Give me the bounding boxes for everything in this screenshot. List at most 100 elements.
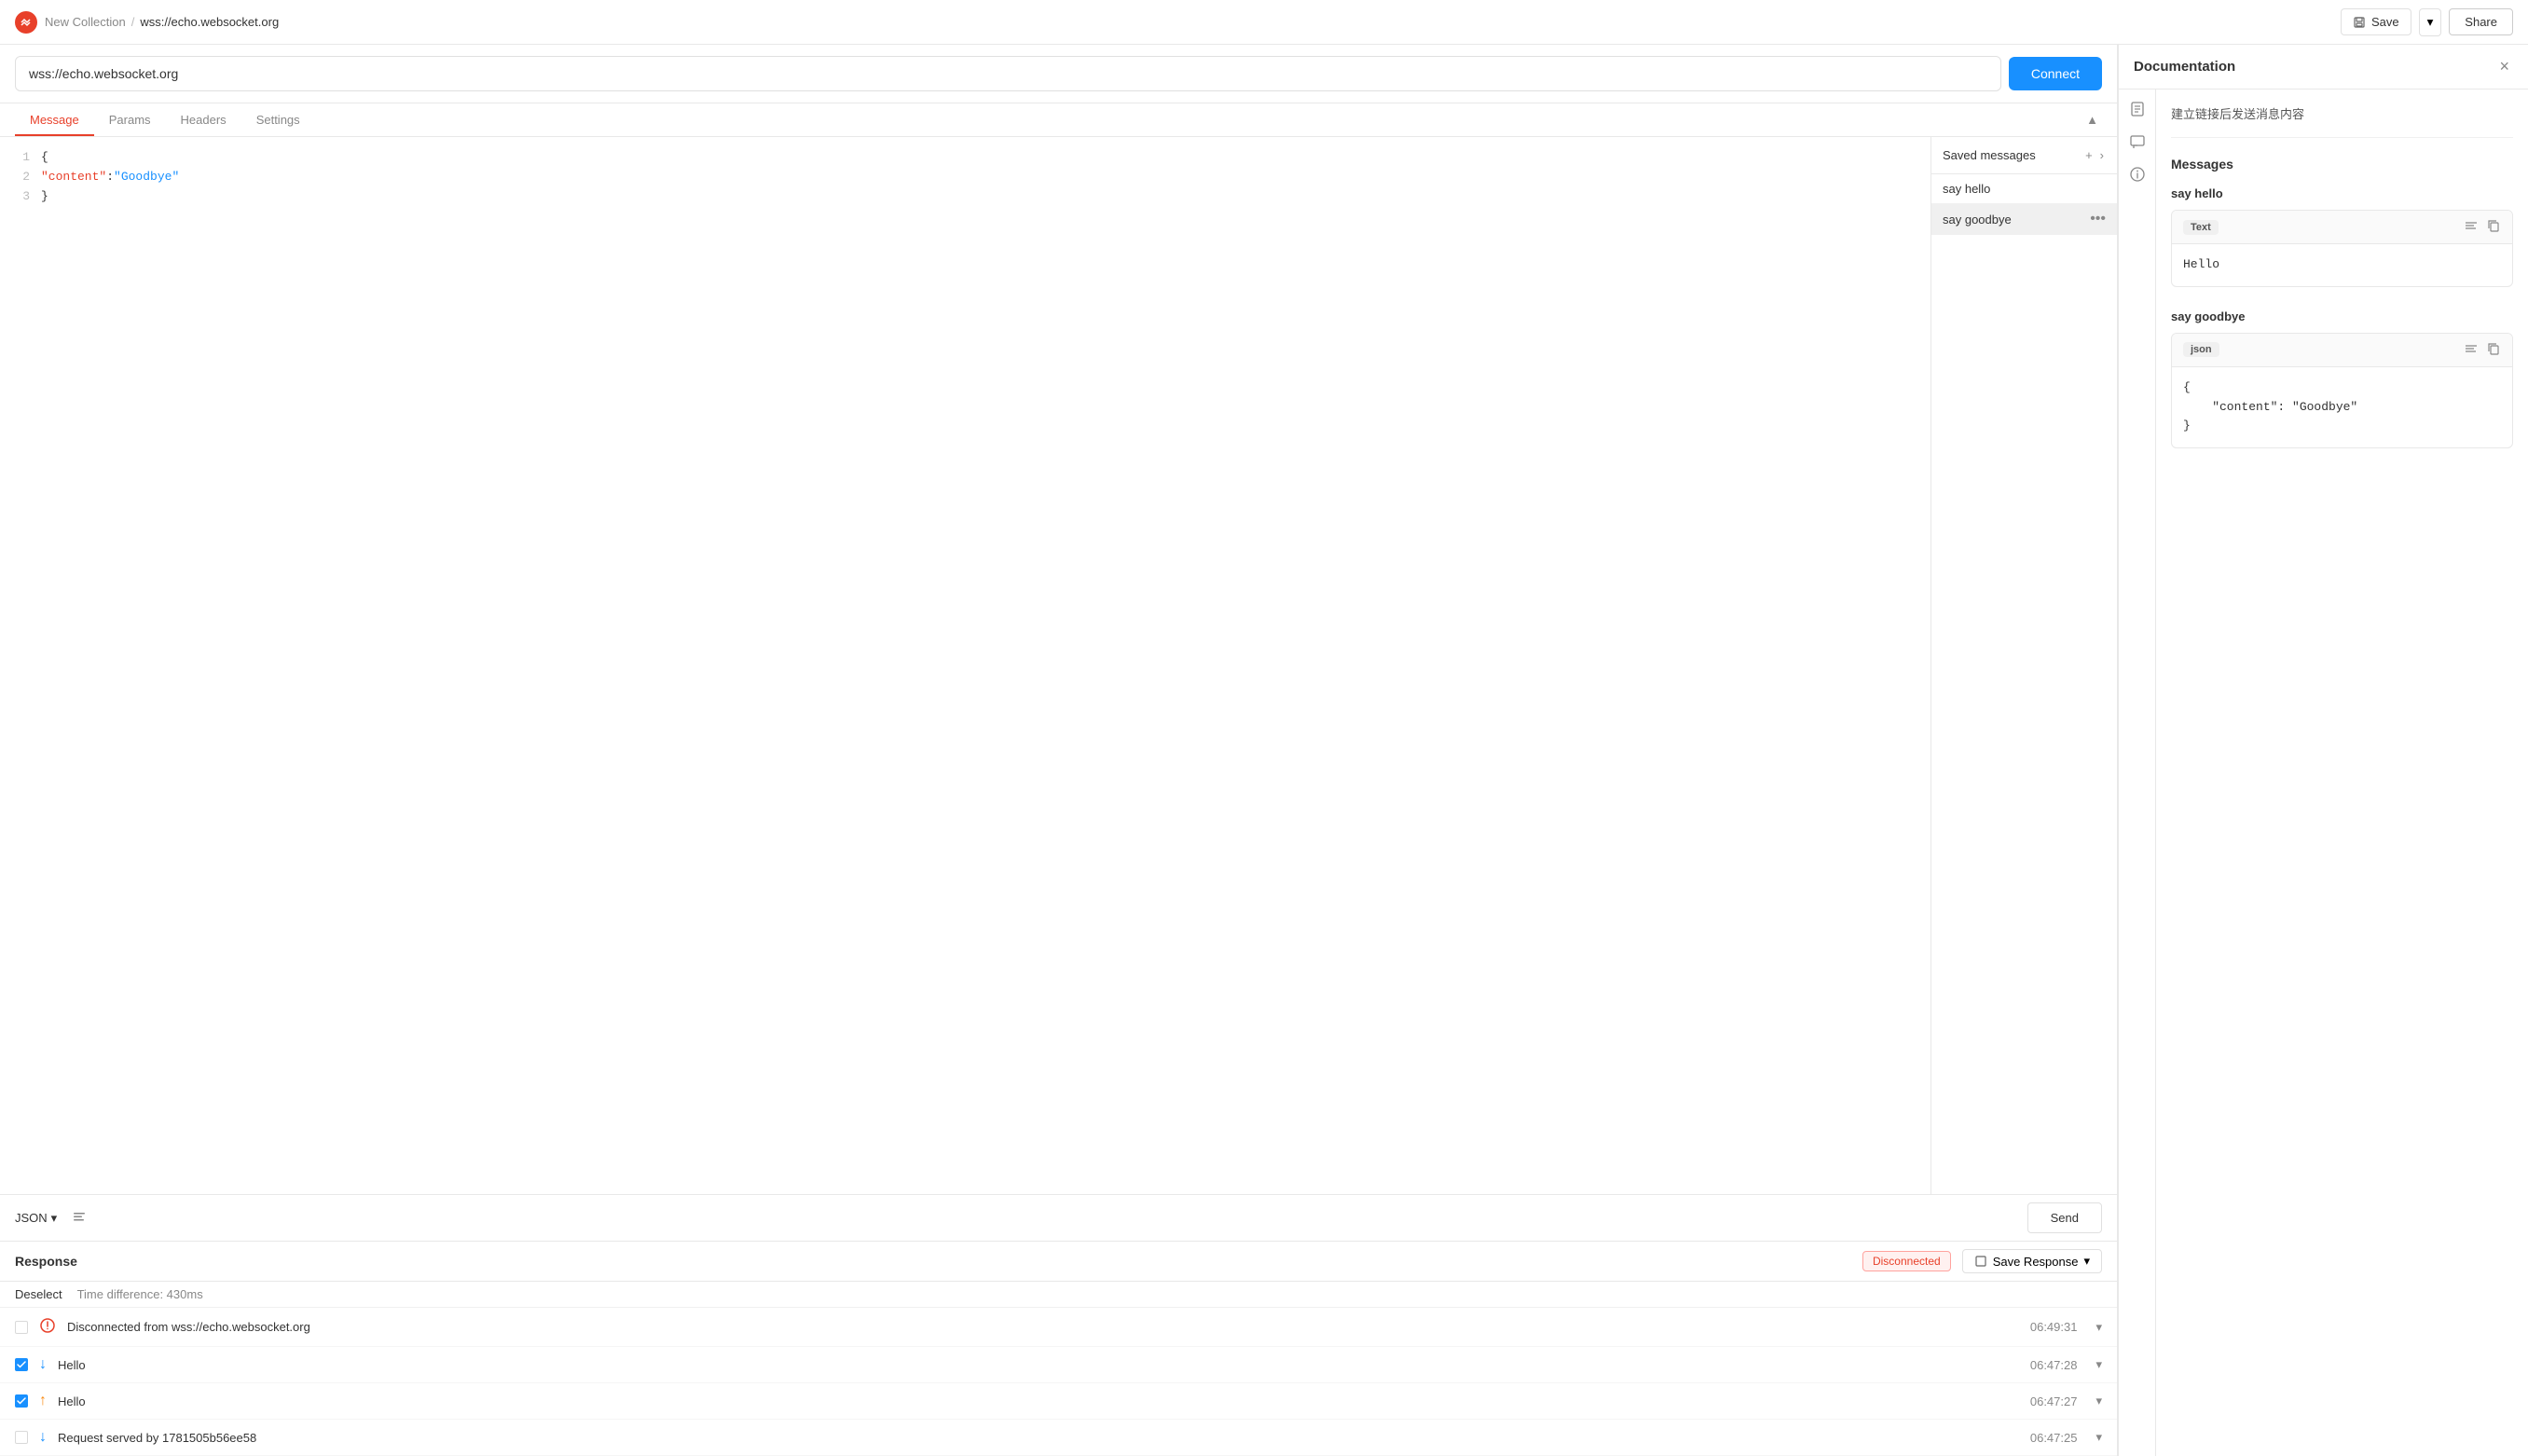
copy-action-hello[interactable]	[2486, 218, 2501, 236]
saved-panel-header: Saved messages + ›	[1931, 137, 2117, 174]
saved-item-label: say goodbye	[1943, 213, 2012, 227]
response-title: Response	[15, 1254, 77, 1269]
format-label: JSON	[15, 1211, 48, 1225]
doc-message-card-hello-actions	[2464, 218, 2501, 236]
saved-messages-panel: Saved messages + › say hello say goodbye…	[1930, 137, 2117, 1194]
share-button[interactable]: Share	[2449, 8, 2513, 35]
main-layout: Connect Message Params Headers Settings …	[0, 45, 2528, 1456]
collection-name[interactable]: New Collection	[45, 15, 126, 29]
saved-panel-title: Saved messages	[1943, 148, 2036, 162]
documentation-panel: Documentation ×	[2118, 45, 2528, 1456]
saved-item-say-hello[interactable]: say hello	[1931, 174, 2117, 203]
response-text-disconnected: Disconnected from wss://echo.websocket.o…	[67, 1320, 2019, 1334]
expand-button-2[interactable]: ▾	[2095, 1394, 2102, 1408]
status-badge: Disconnected	[1862, 1251, 1951, 1271]
time-difference: Time difference: 430ms	[77, 1287, 203, 1301]
response-section: Response Disconnected Save Response ▾ De…	[0, 1241, 2117, 1456]
expand-button-0[interactable]: ▾	[2095, 1320, 2102, 1335]
doc-message-card-hello: Text	[2171, 210, 2513, 287]
breadcrumb-separator: /	[131, 15, 135, 29]
doc-nav-file-icon[interactable]	[2129, 101, 2146, 122]
saved-item-say-goodbye[interactable]: say goodbye •••	[1931, 203, 2117, 235]
response-list: Disconnected from wss://echo.websocket.o…	[0, 1308, 2117, 1456]
doc-message-card-hello-header: Text	[2172, 211, 2512, 244]
response-text-hello-1: Hello	[58, 1358, 2019, 1372]
response-time-2: 06:47:27	[2030, 1394, 2078, 1408]
response-item-hello-received[interactable]: ↓ Hello 06:47:28 ▾	[0, 1347, 2117, 1383]
format-action-hello[interactable]	[2464, 218, 2479, 236]
bottom-bar: JSON ▾ Send	[0, 1194, 2117, 1241]
doc-title: Documentation	[2134, 59, 2495, 75]
doc-message-card-goodbye: json	[2171, 333, 2513, 448]
format-action-goodbye[interactable]	[2464, 341, 2479, 359]
error-icon	[39, 1317, 56, 1337]
response-meta: Deselect Time difference: 430ms	[0, 1282, 2117, 1308]
current-request-name: wss://echo.websocket.org	[140, 15, 279, 29]
doc-header: Documentation ×	[2119, 45, 2528, 89]
response-text-hello-2: Hello	[58, 1394, 2019, 1408]
save-response-button[interactable]: Save Response ▾	[1962, 1249, 2102, 1273]
response-checkbox-1[interactable]	[15, 1358, 28, 1371]
saved-panel-nav-button[interactable]: ›	[2098, 146, 2106, 164]
editor-line-3: 3 }	[15, 187, 1916, 207]
editor-area: 1 { 2 "content":"Goodbye" 3 } Saved mess…	[0, 137, 2117, 1194]
doc-nav-message-icon[interactable]	[2129, 133, 2146, 155]
save-dropdown-button[interactable]: ▾	[2419, 8, 2442, 36]
saved-panel-actions: + ›	[2083, 146, 2106, 164]
response-item-disconnected[interactable]: Disconnected from wss://echo.websocket.o…	[0, 1308, 2117, 1347]
url-input[interactable]	[15, 56, 2001, 91]
add-saved-message-button[interactable]: +	[2083, 146, 2095, 164]
expand-button-3[interactable]: ▾	[2095, 1430, 2102, 1445]
format-dropdown-icon: ▾	[51, 1211, 58, 1226]
left-panel: Connect Message Params Headers Settings …	[0, 45, 2118, 1456]
saved-item-label: say hello	[1943, 182, 1990, 196]
top-bar-actions: Save ▾ Share	[2341, 8, 2513, 36]
doc-message-card-goodbye-header: json	[2172, 334, 2512, 367]
saved-item-more-button[interactable]: •••	[2090, 211, 2106, 227]
doc-nav	[2119, 89, 2156, 1456]
expand-button-1[interactable]: ▾	[2095, 1357, 2102, 1372]
doc-message-card-goodbye-actions	[2464, 341, 2501, 359]
tab-headers[interactable]: Headers	[166, 103, 241, 136]
response-time-3: 06:47:25	[2030, 1431, 2078, 1445]
response-item-hello-sent[interactable]: ↑ Hello 06:47:27 ▾	[0, 1383, 2117, 1420]
save-response-dropdown-icon: ▾	[2083, 1254, 2090, 1269]
response-text-served: Request served by 1781505b56ee58	[58, 1431, 2019, 1445]
doc-description: 建立链接后发送消息内容	[2171, 104, 2513, 138]
collapse-button[interactable]: ▲	[2082, 109, 2102, 130]
sent-icon-2: ↑	[39, 1393, 47, 1409]
format-icon-button[interactable]	[68, 1205, 90, 1230]
breadcrumb: New Collection / wss://echo.websocket.or…	[45, 15, 279, 29]
doc-body: 建立链接后发送消息内容 Messages say hello Text	[2119, 89, 2528, 1456]
top-bar: New Collection / wss://echo.websocket.or…	[0, 0, 2528, 45]
response-time-1: 06:47:28	[2030, 1358, 2078, 1372]
format-select[interactable]: JSON ▾	[15, 1211, 57, 1226]
response-time-0: 06:49:31	[2030, 1320, 2078, 1334]
response-checkbox-3[interactable]	[15, 1431, 28, 1444]
doc-nav-info-icon[interactable]	[2129, 166, 2146, 187]
connect-button[interactable]: Connect	[2009, 57, 2102, 90]
save-response-icon	[1974, 1255, 1987, 1268]
save-button[interactable]: Save	[2341, 8, 2411, 35]
received-icon-1: ↓	[39, 1356, 47, 1373]
doc-message-badge-hello: Text	[2183, 220, 2219, 235]
copy-action-goodbye[interactable]	[2486, 341, 2501, 359]
doc-close-button[interactable]: ×	[2495, 53, 2513, 80]
response-item-request-served[interactable]: ↓ Request served by 1781505b56ee58 06:47…	[0, 1420, 2117, 1456]
code-editor[interactable]: 1 { 2 "content":"Goodbye" 3 }	[0, 137, 1930, 1194]
doc-message-body-goodbye: { "content": "Goodbye" }	[2172, 367, 2512, 447]
response-checkbox-2[interactable]	[15, 1394, 28, 1408]
doc-messages-title: Messages	[2171, 157, 2513, 172]
send-button[interactable]: Send	[2027, 1202, 2102, 1233]
tab-settings[interactable]: Settings	[241, 103, 315, 136]
doc-message-group-goodbye: say goodbye json	[2171, 309, 2513, 448]
deselect-button[interactable]: Deselect	[15, 1287, 62, 1301]
tab-message[interactable]: Message	[15, 103, 94, 136]
doc-message-group-hello-title: say hello	[2171, 186, 2513, 200]
url-bar: Connect	[0, 45, 2117, 103]
tab-params[interactable]: Params	[94, 103, 166, 136]
response-checkbox-0[interactable]	[15, 1321, 28, 1334]
editor-line-2: 2 "content":"Goodbye"	[15, 168, 1916, 187]
app-logo	[15, 11, 37, 34]
doc-content: 建立链接后发送消息内容 Messages say hello Text	[2156, 89, 2528, 1456]
